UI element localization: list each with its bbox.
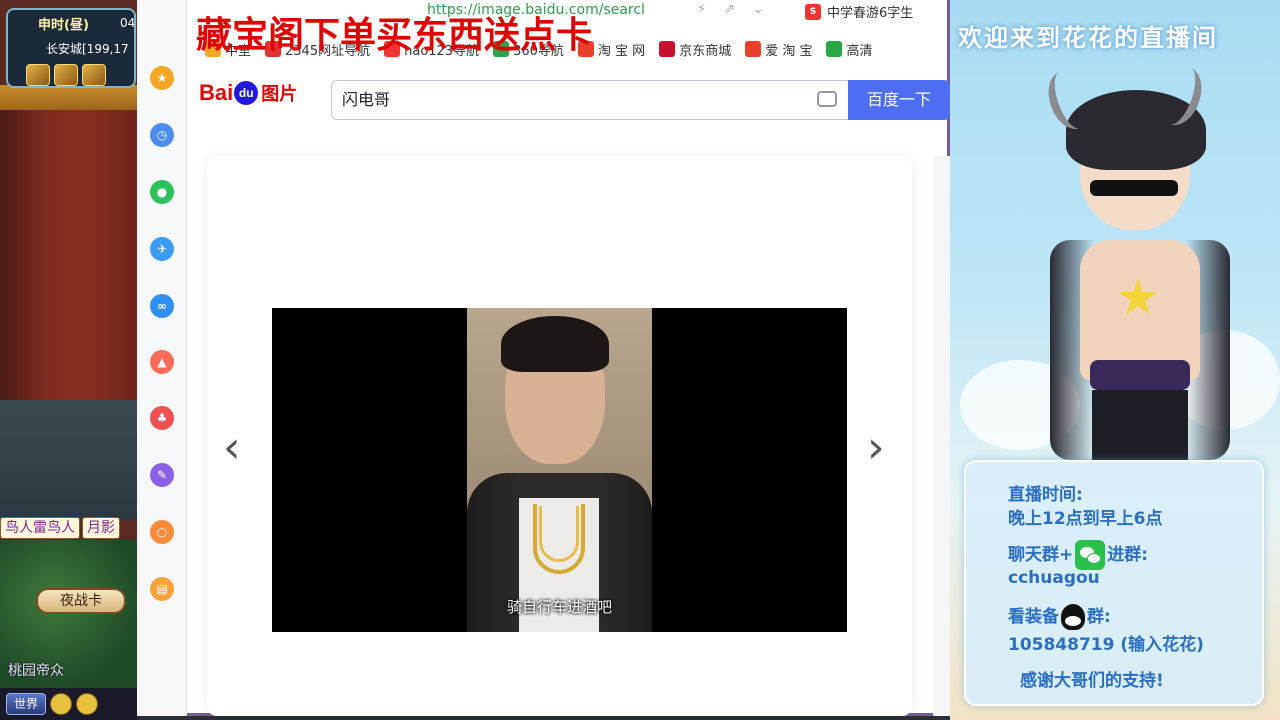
search-input-value: 闪电哥 [342, 90, 391, 109]
favorites-icon[interactable]: ★ [150, 66, 174, 90]
world-chat-button[interactable]: 世界 [6, 693, 46, 715]
notes-icon[interactable]: ▤ [150, 577, 174, 601]
search-suggestion[interactable]: S 中学春游6字生 [805, 2, 913, 21]
chat-group-prefix: 聊天群+ [1008, 545, 1074, 565]
pdf-icon[interactable]: ♣ [150, 406, 174, 430]
image-viewer-card: ‹ › 骑自行车进酒吧 [207, 156, 912, 716]
map-icon[interactable] [26, 64, 50, 86]
mic-icon[interactable] [50, 693, 72, 715]
video-subtitle: 骑自行车进酒吧 [506, 598, 612, 616]
bookmark-item[interactable]: 爱 淘 宝 [745, 40, 812, 59]
image-tool-icon[interactable]: ▲ [150, 350, 174, 374]
avatar-sunglasses [1090, 180, 1178, 196]
screen: 申时(昼) 04 长安城[199,17 鸟人雷鸟人 月影 夜战卡 桃园帝众 世界… [0, 0, 1280, 720]
game-time-num: 04 [120, 16, 136, 30]
share-icon[interactable]: ⇗ [724, 2, 735, 17]
logo-tu: 图片 [261, 84, 298, 104]
camera-icon[interactable] [817, 91, 837, 107]
npc-tab[interactable]: 鸟人雷鸟人 [0, 517, 80, 539]
game-scene-label: 桃园帝众 [8, 663, 64, 679]
search-suggestion-label: 中学春游6字生 [827, 6, 914, 21]
gear-group-prefix: 看装备 [1008, 607, 1059, 627]
game-status-bar: 申时(昼) 04 长安城[199,17 [6, 8, 136, 88]
history-icon[interactable]: ◷ [150, 123, 174, 147]
promo-overlay-text: 藏宝阁下单买东西送点卡 [196, 15, 593, 56]
stream-time-value: 晚上12点到早上6点 [1008, 509, 1163, 529]
bookmark-item[interactable]: 高清 [826, 40, 872, 59]
lightning-icon[interactable]: ⚡ [697, 2, 706, 17]
stream-overlay-panel: 欢迎来到花花的直播间 直播时间: 晚上12点到早上6点 聊天群+ 进群: cchu… [950, 0, 1280, 720]
gear-group-line: 看装备 群: [1008, 602, 1111, 630]
npc-tab[interactable]: 月影 [82, 517, 120, 539]
weibo-icon[interactable]: ∞ [150, 294, 174, 318]
game-bottom-bar: 世界 [0, 688, 137, 720]
game-quick-icons [26, 64, 106, 86]
preview-photo: 骑自行车进酒吧 [467, 308, 652, 632]
streamer-avatar [1010, 60, 1250, 460]
next-card-edge [933, 156, 950, 716]
stream-info-card: 直播时间: 晚上12点到早上6点 聊天群+ 进群: cchuagou 看装备 群: … [964, 460, 1264, 706]
bookmark-label: 京东商城 [679, 43, 732, 59]
wechat-id: cchuagou [1008, 568, 1100, 588]
photo-gold-chain-inner [539, 506, 579, 562]
compass-icon[interactable] [54, 64, 78, 86]
chevron-down-icon[interactable]: ⌄ [753, 2, 764, 17]
bookmark-label: 高清 [846, 43, 873, 59]
paw-icon: du [234, 81, 259, 105]
browser-window: ★ ◷ ● ✈ ∞ ▲ ♣ ✎ ○ ▤ https://image.baidu.… [137, 0, 950, 716]
search-input[interactable]: 闪电哥 [331, 80, 849, 120]
game-panel[interactable]: 申时(昼) 04 长安城[199,17 鸟人雷鸟人 月影 夜战卡 桃园帝众 世界 [0, 0, 137, 720]
game-location: 长安城[199,17 [46, 42, 129, 56]
baidu-search-row: Bai du 图片 闪电哥 百度一下 [187, 76, 950, 122]
qq-group-number: 105848719 (输入花花) [1008, 635, 1204, 655]
thanks-message: 感谢大哥们的支持! [1020, 671, 1164, 691]
avatar-horn-left [1040, 64, 1100, 136]
aitaobao-icon [745, 41, 762, 57]
bookmark-item[interactable]: 京东商城 [659, 40, 731, 59]
bookmark-label: 淘 宝 网 [597, 43, 646, 59]
search-tool-icon[interactable]: ○ [150, 520, 174, 544]
game-npc-bar: 鸟人雷鸟人 月影 [0, 517, 137, 541]
sogou-icon: S [805, 3, 821, 20]
avatar-belt [1090, 360, 1190, 390]
baidu-image-logo[interactable]: Bai du 图片 [199, 80, 297, 106]
stream-welcome-title: 欢迎来到花花的直播间 [958, 24, 1218, 52]
wechat-icon[interactable]: ● [150, 180, 174, 204]
address-bar-icons: ⚡ ⇗ ⌄ [697, 2, 764, 17]
stream-time-title: 直播时间: [1008, 485, 1083, 505]
prev-arrow-icon[interactable]: ‹ [223, 426, 241, 470]
browser-side-rail: ★ ◷ ● ✈ ∞ ▲ ♣ ✎ ○ ▤ [137, 0, 187, 716]
image-viewer[interactable]: 骑自行车进酒吧 [272, 308, 847, 632]
next-arrow-icon[interactable]: › [867, 426, 885, 470]
yezhan-button[interactable]: 夜战卡 [36, 588, 126, 614]
search-button[interactable]: 百度一下 [848, 80, 950, 120]
qq-penguin-icon [1061, 604, 1085, 630]
translate-icon[interactable]: ✈ [150, 237, 174, 261]
avatar-legs [1092, 390, 1188, 460]
jd-icon [659, 41, 676, 57]
game-wall [0, 110, 137, 410]
game-stone [0, 400, 137, 520]
avatar-torso [1080, 240, 1200, 380]
bag-icon[interactable] [82, 64, 106, 86]
bookmark-label: 爱 淘 宝 [765, 43, 813, 59]
chat-group-line: 聊天群+ 进群: [1008, 540, 1148, 570]
plus-icon [826, 41, 843, 57]
gear-group-suffix: 群: [1087, 607, 1111, 627]
emoji-icon[interactable] [76, 693, 98, 715]
chat-group-suffix: 进群: [1107, 545, 1149, 565]
logo-bai: Bai [199, 80, 234, 105]
game-time: 申时(昼) [38, 18, 89, 33]
wechat-icon [1075, 540, 1106, 570]
edit-icon[interactable]: ✎ [150, 463, 174, 487]
photo-hair [501, 316, 609, 372]
